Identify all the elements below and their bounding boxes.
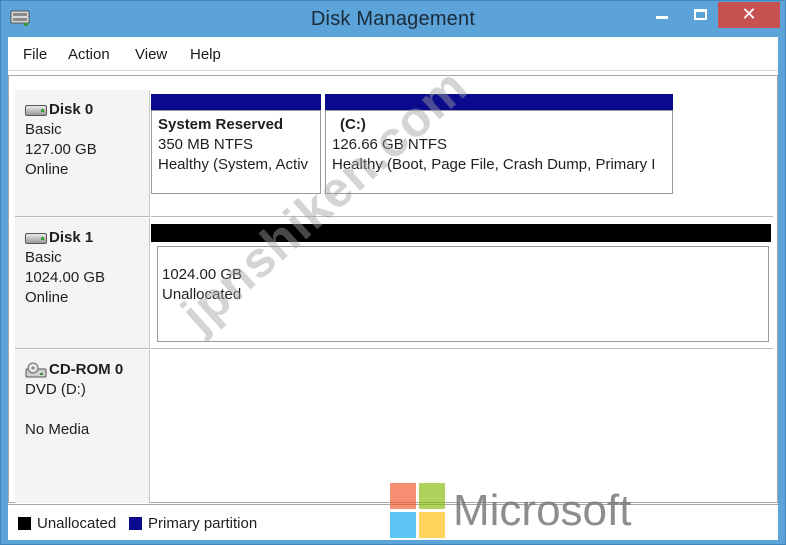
- partition-name: System Reserved: [158, 116, 284, 133]
- menu-action[interactable]: Action: [68, 46, 110, 63]
- client-area: File Action View Help Disk 0 Basic 127.0…: [8, 37, 778, 540]
- disk-0-type: Basic: [25, 121, 62, 138]
- legend-label: Unallocated: [37, 515, 117, 532]
- partition-status: Unallocated: [162, 286, 242, 303]
- cd-rom-0-name-row: CD-ROM 0: [25, 360, 149, 380]
- system-reserved-partition-bar: [151, 94, 321, 110]
- cd-rom-0-name: CD-ROM 0: [49, 361, 124, 378]
- partition-size: 350 MB NTFS: [158, 136, 254, 153]
- partition-size: 126.66 GB NTFS: [332, 136, 448, 153]
- minimize-button[interactable]: [642, 2, 682, 28]
- disk-1-size: 1024.00 GB: [25, 269, 106, 286]
- title-bar[interactable]: Disk Management ✕: [1, 1, 785, 37]
- menu-view[interactable]: View: [135, 46, 167, 63]
- disk-0-size: 127.00 GB: [25, 141, 97, 158]
- maximize-button[interactable]: [682, 2, 718, 28]
- disk-0-name-row: Disk 0: [25, 100, 149, 120]
- partition-unallocated[interactable]: 1024.00 GB Unallocated: [157, 246, 769, 342]
- partition-status: Healthy (Boot, Page File, Crash Dump, Pr…: [332, 156, 656, 173]
- maximize-icon: [693, 9, 707, 20]
- partition-c-drive[interactable]: (C:) 126.66 GB NTFS Healthy (Boot, Page …: [325, 110, 673, 194]
- disk-0-name: Disk 0: [49, 101, 94, 118]
- close-button[interactable]: ✕: [718, 2, 780, 28]
- disk-management-window: Disk Management ✕ File Action View Help …: [0, 0, 786, 545]
- disk-0-partitions: System Reserved 350 MB NTFS Healthy (Sys…: [151, 90, 773, 217]
- cd-rom-0-label[interactable]: CD-ROM 0 DVD (D:) No Media: [15, 350, 150, 503]
- microsoft-logo-icon: [390, 483, 445, 538]
- disk-1-label[interactable]: Disk 1 Basic 1024.00 GB Online: [15, 218, 150, 349]
- cd-rom-0-status: No Media: [25, 421, 90, 438]
- primary-partition-swatch: [129, 517, 142, 530]
- legend-label: Primary partition: [148, 515, 258, 532]
- partition-system-reserved[interactable]: System Reserved 350 MB NTFS Healthy (Sys…: [151, 110, 321, 194]
- hard-disk-icon: [25, 232, 47, 244]
- cd-rom-icon: [25, 362, 47, 378]
- menu-file[interactable]: File: [23, 46, 47, 63]
- unallocated-bar: [151, 224, 771, 242]
- disk-1-name-row: Disk 1: [25, 228, 149, 248]
- disk-1-status: Online: [25, 289, 69, 306]
- disk-1-name: Disk 1: [49, 229, 94, 246]
- partition-status: Healthy (System, Activ: [158, 156, 309, 173]
- unallocated-swatch: [18, 517, 31, 530]
- microsoft-logo: Microsoft: [390, 483, 631, 538]
- disk-0-status: Online: [25, 161, 69, 178]
- disk-1-type: Basic: [25, 249, 62, 266]
- cd-rom-0-type: DVD (D:): [25, 381, 86, 398]
- c-drive-partition-bar: [325, 94, 673, 110]
- legend-unallocated: Unallocated: [18, 515, 116, 532]
- partition-name: (C:): [340, 116, 366, 133]
- partition-size: 1024.00 GB: [162, 266, 243, 283]
- disk-0-label[interactable]: Disk 0 Basic 127.00 GB Online: [15, 90, 150, 217]
- close-icon: ✕: [741, 4, 757, 25]
- microsoft-wordmark: Microsoft: [453, 485, 632, 535]
- menu-help[interactable]: Help: [190, 46, 221, 63]
- legend-primary-partition: Primary partition: [129, 515, 257, 532]
- hard-disk-icon: [25, 104, 47, 116]
- disk-graphical-view: Disk 0 Basic 127.00 GB Online System Res…: [8, 75, 778, 503]
- cd-rom-0-area: [151, 350, 773, 503]
- disk-1-partitions: 1024.00 GB Unallocated: [151, 218, 773, 349]
- minimize-icon: [656, 16, 668, 19]
- menu-bar: File Action View Help: [8, 37, 778, 71]
